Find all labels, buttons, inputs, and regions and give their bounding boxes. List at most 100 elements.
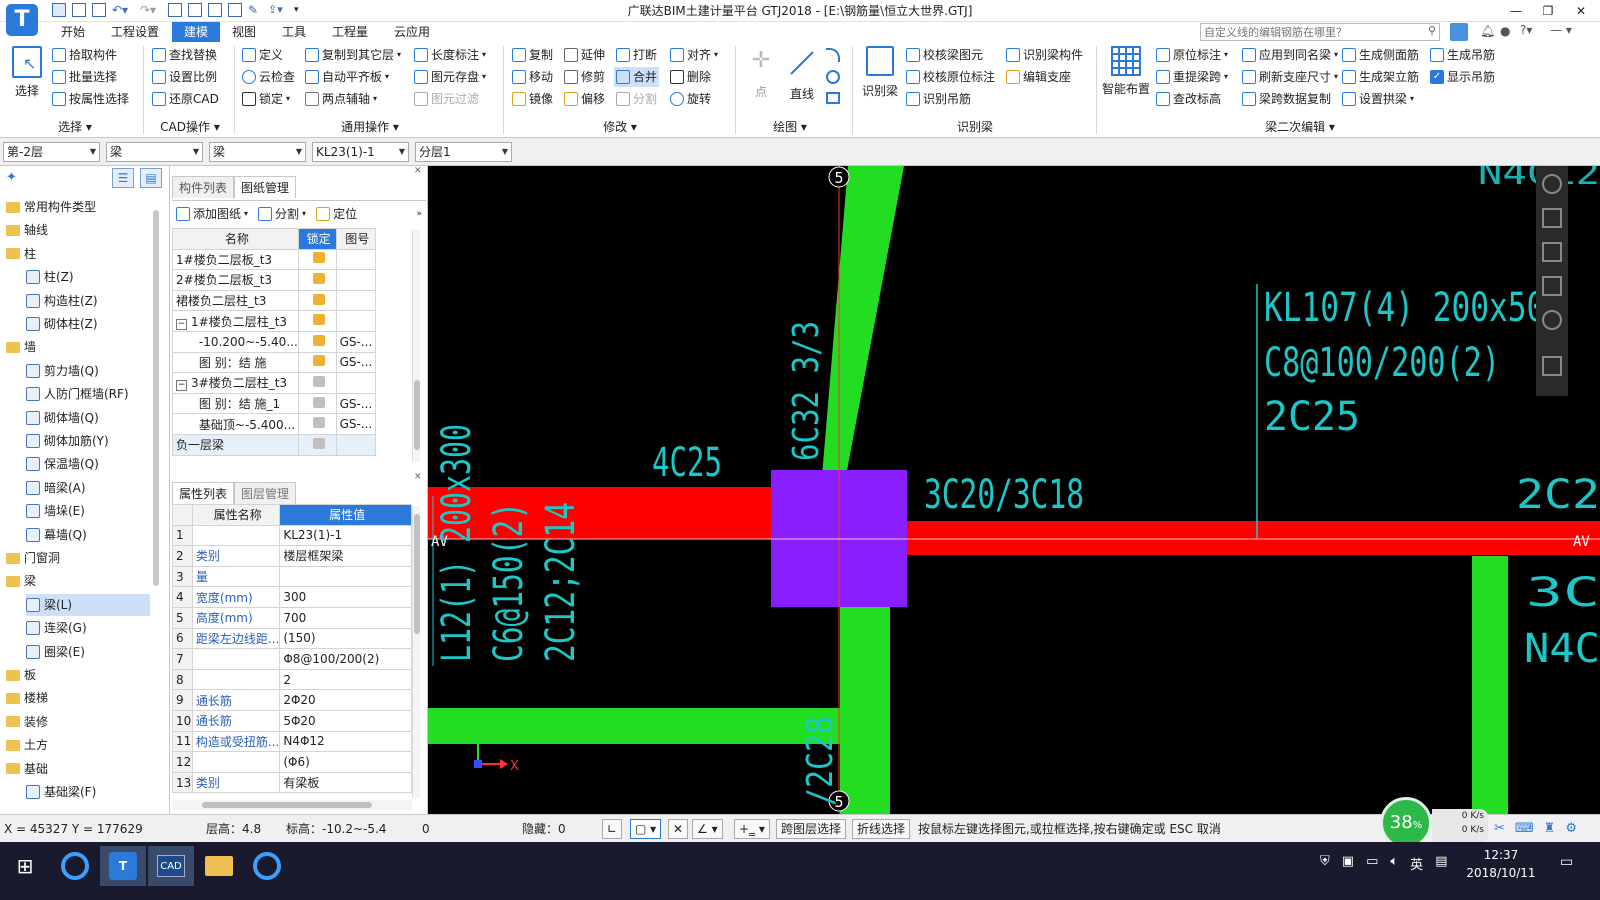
table-row[interactable]: 负一层梁: [172, 433, 377, 456]
refresh-support-button[interactable]: 刷新支座尺寸 ▾: [1242, 67, 1338, 87]
draw-point-button[interactable]: ✛ 点: [744, 48, 778, 104]
drawing-name-cell[interactable]: 图 别：结 施: [172, 351, 299, 374]
menu-modeling[interactable]: 建模: [172, 22, 220, 42]
reextract-span-button[interactable]: 重提梁跨 ▾: [1156, 67, 1228, 87]
unlock-icon[interactable]: [312, 314, 325, 326]
tree-item[interactable]: 幕墙(Q): [26, 524, 87, 546]
layer-select[interactable]: 分层1 ▼: [415, 142, 512, 162]
drawing-number-cell[interactable]: [335, 269, 377, 291]
pin-icon[interactable]: ✦: [6, 170, 17, 185]
drawing-name-cell[interactable]: 裙楼负二层柱_t3: [172, 289, 299, 312]
list-view-icon[interactable]: ☰: [112, 168, 134, 188]
add-drawing-button[interactable]: 添加图纸 ▾: [176, 205, 248, 222]
tab-component-list[interactable]: 构件列表: [172, 176, 234, 198]
trim-button[interactable]: 修剪: [564, 67, 605, 87]
col-tu-header[interactable]: 图号: [335, 228, 377, 250]
drawing-name-cell[interactable]: -10.200~-5.40...: [172, 330, 299, 353]
select-big-button[interactable]: ↖ 选择: [8, 46, 46, 108]
tree-group[interactable]: 土方: [6, 734, 48, 756]
ie2-icon[interactable]: [244, 846, 290, 886]
edit-support-button[interactable]: 编辑支座: [1006, 67, 1071, 87]
tree-item[interactable]: 剪力墙(Q): [26, 360, 99, 382]
auto-align-slab-button[interactable]: 自动平齐板 ▾: [305, 67, 389, 87]
tree-item[interactable]: 暗梁(A): [26, 477, 86, 499]
angle-toggle[interactable]: ∠ ▾: [692, 819, 723, 839]
gtj-icon[interactable]: T: [100, 846, 146, 886]
gen-side-rebar-button[interactable]: 生成侧面筋: [1342, 45, 1419, 65]
ime-icon[interactable]: ▤: [1435, 854, 1447, 873]
lock-cell[interactable]: [297, 392, 337, 415]
user-avatar[interactable]: [1450, 23, 1468, 41]
type-select[interactable]: 梁 ▼: [209, 142, 306, 162]
tree-group[interactable]: 墙: [6, 336, 36, 358]
group-cad-label[interactable]: CAD操作 ▾: [150, 118, 230, 136]
lock-icon[interactable]: [312, 396, 325, 408]
tab-drawing-management[interactable]: 图纸管理: [234, 176, 296, 198]
tree-group[interactable]: 板: [6, 664, 36, 686]
property-value[interactable]: 300: [279, 586, 412, 608]
grid-view-toggle-icon[interactable]: [1542, 356, 1562, 376]
select-mode-toggle[interactable]: ▢ ▾: [630, 819, 662, 839]
merge-button[interactable]: 合并: [614, 67, 660, 87]
group-modify-label[interactable]: 修改 ▾: [590, 118, 650, 136]
monitor-icon[interactable]: ▭: [1366, 854, 1378, 873]
menu-start[interactable]: 开始: [50, 22, 96, 42]
property-row[interactable]: 9 通长筋 2Φ20: [172, 689, 412, 711]
lock-cell[interactable]: [297, 413, 337, 435]
copy-span-data-button[interactable]: 梁跨数据复制: [1242, 89, 1331, 109]
collapse-toggle-icon[interactable]: −: [176, 318, 187, 330]
tab-layer-management[interactable]: 图层管理: [234, 482, 296, 504]
ie-icon[interactable]: [52, 846, 98, 886]
tree-item[interactable]: 柱(Z): [26, 266, 74, 288]
property-row[interactable]: 11 构造或受扭筋... N4Φ12: [172, 730, 412, 753]
menu-tools[interactable]: 工具: [272, 22, 316, 42]
apply-same-name-button[interactable]: 应用到同名梁 ▾: [1242, 45, 1338, 65]
lock-cell[interactable]: [297, 269, 337, 291]
show-hanger-checkbox[interactable]: ✓ 显示吊筋: [1430, 67, 1495, 87]
drawing-name-cell[interactable]: 基础顶~-5.400...: [172, 413, 299, 435]
export-icon[interactable]: ⇪▾: [268, 3, 288, 17]
menu-view[interactable]: 视图: [222, 22, 266, 42]
drawing-canvas[interactable]: 5 5 AV AV KL107(4) 200x500 C8@100/200(2)…: [428, 166, 1600, 814]
settings-doc-icon[interactable]: [228, 3, 242, 17]
settings-icon[interactable]: ⚙: [1565, 821, 1577, 836]
cad-drawing[interactable]: 5 5 AV AV KL107(4) 200x500 C8@100/200(2)…: [428, 166, 1600, 814]
property-row[interactable]: 6 距梁左边线距... (150): [172, 627, 412, 650]
lock-icon[interactable]: [312, 375, 325, 387]
drawing-number-cell[interactable]: GS-...: [335, 351, 377, 374]
tree-group[interactable]: 装修: [6, 711, 48, 733]
drawing-name-cell[interactable]: −1#楼负二层柱_t3: [172, 310, 299, 332]
dimension-toggle[interactable]: +‗ ▾: [734, 819, 770, 839]
help-search-input[interactable]: ⚲: [1200, 23, 1440, 41]
property-row[interactable]: 3量: [172, 565, 412, 588]
property-row[interactable]: 4 宽度(mm) 300: [172, 586, 412, 608]
lock-cell[interactable]: [297, 433, 337, 456]
copy-button[interactable]: 复制: [512, 45, 553, 65]
tree-item[interactable]: 保温墙(Q): [26, 453, 99, 475]
close-icon[interactable]: ✕: [1564, 0, 1598, 22]
undo-icon[interactable]: ↶▾: [112, 3, 134, 17]
qat-more-icon[interactable]: ▾: [294, 3, 304, 17]
drawing-number-cell[interactable]: GS-...: [335, 330, 377, 353]
draw-rect-icon[interactable]: [826, 92, 840, 104]
lock-icon[interactable]: [312, 437, 325, 449]
volume-icon[interactable]: 🔈︎: [1390, 854, 1398, 873]
tree-group[interactable]: 常用构件类型: [6, 196, 96, 218]
help-search-field[interactable]: [1201, 24, 1421, 40]
help-icon[interactable]: ?▾: [1520, 23, 1532, 37]
drawing-name-cell[interactable]: 负一层梁: [172, 433, 299, 456]
ortho-toggle[interactable]: ∟: [602, 819, 623, 839]
search-doc-icon[interactable]: [208, 3, 222, 17]
property-row[interactable]: 12 (Φ6): [172, 751, 412, 773]
tree-item[interactable]: 砌体墙(Q): [26, 407, 99, 429]
batch-select-button[interactable]: 批量选择: [52, 67, 117, 87]
tree-item[interactable]: 圈梁(E): [26, 641, 85, 663]
table-row[interactable]: -10.200~-5.40... GS-...: [172, 330, 377, 353]
tree-item[interactable]: 砌体柱(Z): [26, 313, 98, 335]
drawing-scrollbar[interactable]: [412, 230, 420, 462]
unlock-icon[interactable]: [312, 293, 325, 305]
drawing-number-cell[interactable]: GS-...: [335, 392, 377, 415]
drawing-number-cell[interactable]: [335, 289, 377, 312]
set-scale-button[interactable]: 设置比例: [152, 67, 217, 87]
find-replace-button[interactable]: 查找替换: [152, 45, 217, 65]
